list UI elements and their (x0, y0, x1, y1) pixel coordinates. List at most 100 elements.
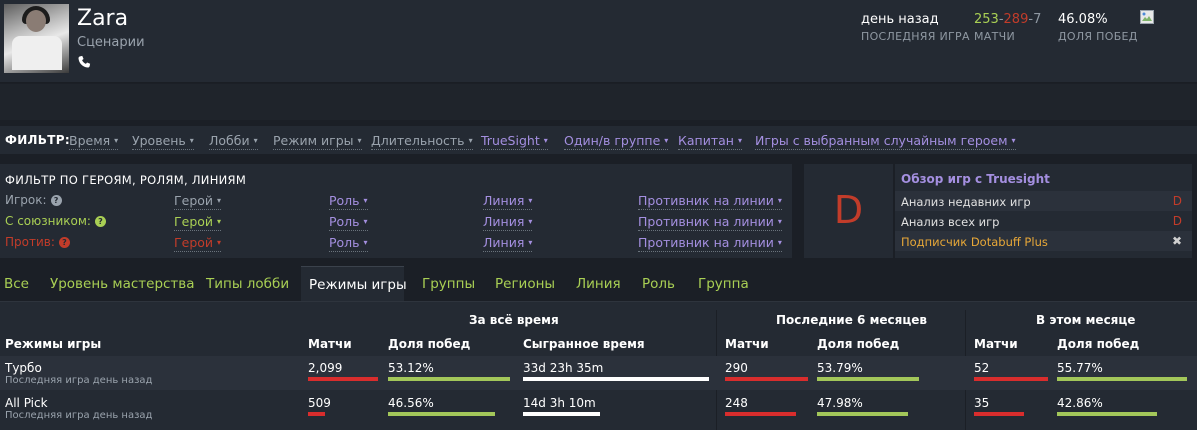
bar-fill (523, 412, 601, 416)
player-lane-dropdown[interactable]: Линия ▾ (483, 193, 533, 210)
mode-last-played: Последняя игра день назад (5, 410, 153, 421)
against-role-dropdown[interactable]: Роль ▾ (329, 235, 368, 252)
m6-winrate-bar (817, 412, 919, 416)
winrate-value: 53.12% (388, 361, 434, 375)
tab-all[interactable]: Все (4, 266, 29, 302)
against-lane-dropdown[interactable]: Линия ▾ (483, 235, 533, 252)
m6-winrate-value: 53.79% (817, 361, 863, 375)
col-head-month-matches[interactable]: Матчи (974, 337, 1018, 351)
tab-lobby-types[interactable]: Типы лобби (206, 266, 289, 302)
truesight-row-plus[interactable]: Подписчик Dotabuff Plus ✖ (895, 231, 1192, 251)
close-icon[interactable]: ✖ (1172, 234, 1182, 248)
bar-fill (388, 377, 510, 381)
truesight-title[interactable]: Обзор игр с Truesight (901, 172, 1050, 186)
avatar-face (26, 10, 46, 32)
group-head-this-month: В этом месяце (1036, 313, 1136, 327)
mode-name[interactable]: All Pick (5, 396, 48, 410)
tab-skill[interactable]: Уровень мастерства (50, 266, 195, 302)
caret-down-icon: ▾ (528, 196, 533, 205)
wins-count: 253 (974, 12, 999, 27)
ally-opponent-dropdown[interactable]: Противник на линии ▾ (638, 214, 782, 231)
bar-fill (974, 377, 1048, 381)
group-head-6-months: Последние 6 месяцев (776, 313, 927, 327)
against-hero-dropdown[interactable]: Герой ▾ (174, 235, 222, 252)
col-head-6m-matches[interactable]: Матчи (725, 337, 769, 351)
ally-hero-dropdown[interactable]: Герой ▾ (174, 214, 222, 231)
caret-down-icon: ▾ (217, 196, 222, 205)
col-head-month-winrate[interactable]: Доля побед (1057, 337, 1139, 351)
game-modes-table: За всё время Последние 6 месяцев В этом … (0, 302, 1197, 430)
abandons-count: 7 (1033, 12, 1042, 27)
ally-lane-dropdown[interactable]: Линия ▾ (483, 214, 533, 231)
question-icon[interactable]: ? (94, 216, 106, 227)
player-role-dropdown[interactable]: Роль ▾ (329, 193, 368, 210)
phone-icon[interactable] (77, 55, 91, 69)
player-opponent-dropdown[interactable]: Противник на линии ▾ (638, 193, 782, 210)
truesight-row-recent[interactable]: Анализ недавних игр D (895, 191, 1192, 211)
question-icon[interactable]: ? (50, 195, 62, 206)
table-row[interactable]: All Pick Последняя игра день назад 509 4… (0, 391, 1197, 425)
caret-down-icon: ▾ (363, 217, 368, 226)
month-matches-value: 35 (974, 396, 990, 410)
tab-groups[interactable]: Группы (422, 266, 475, 302)
mode-last-played: Последняя игра день назад (5, 375, 153, 386)
truesight-panel: Обзор игр с Truesight Анализ недавних иг… (895, 164, 1192, 258)
time-value: 33d 23h 35m (523, 361, 604, 375)
caret-down-icon: ▾ (114, 136, 119, 145)
tab-regions[interactable]: Регионы (495, 266, 555, 302)
caret-down-icon: ▾ (543, 136, 548, 145)
matches-bar (308, 377, 378, 381)
hero-filter-title: ФИЛЬТР ПО ГЕРОЯМ, РОЛЯМ, ЛИНИЯМ (5, 173, 247, 187)
col-head-matches[interactable]: Матчи (308, 337, 352, 351)
filter-time[interactable]: Время ▾ (69, 133, 119, 150)
truesight-grade-box: D (804, 164, 893, 258)
mode-name[interactable]: Турбо (5, 361, 42, 375)
avatar[interactable] (4, 4, 69, 73)
ally-role-dropdown[interactable]: Роль ▾ (329, 214, 368, 231)
col-head-winrate[interactable]: Доля побед (388, 337, 470, 351)
stat-winrate: 46.08% ДОЛЯ ПОБЕД (1058, 12, 1138, 43)
tab-group[interactable]: Группа (698, 266, 749, 302)
player-name: Zara (77, 6, 129, 31)
row-label-player: Игрок:? (5, 193, 62, 207)
caret-down-icon: ▾ (777, 238, 782, 247)
filter-game-mode[interactable]: Режим игры ▾ (273, 133, 362, 150)
broken-image-icon[interactable] (1139, 9, 1155, 25)
against-opponent-dropdown[interactable]: Противник на линии ▾ (638, 235, 782, 252)
tab-game-modes[interactable]: Режимы игры (301, 266, 407, 302)
bar-fill (725, 377, 808, 381)
filter-random-hero[interactable]: Игры с выбранным случайным героем ▾ (755, 133, 1016, 150)
winrate-value: 46.56% (388, 396, 434, 410)
caret-down-icon: ▾ (777, 217, 782, 226)
grade-badge: D (1172, 194, 1182, 208)
col-head-mode[interactable]: Режимы игры (5, 337, 101, 351)
m6-matches-bar (725, 377, 808, 381)
bar-fill (817, 377, 919, 381)
filter-duration[interactable]: Длительность ▾ (371, 133, 473, 150)
filter-label: ФИЛЬТР: (5, 133, 70, 147)
grade-badge: D (1172, 214, 1182, 228)
table-row[interactable]: Турбо Последняя игра день назад 2,099 53… (0, 356, 1197, 390)
header-band (0, 84, 1197, 120)
filter-level[interactable]: Уровень ▾ (132, 133, 194, 150)
caret-down-icon: ▾ (737, 136, 742, 145)
player-subtitle: Сценарии (77, 35, 145, 50)
filter-truesight[interactable]: TrueSight ▾ (481, 133, 548, 150)
bar-fill (725, 412, 796, 416)
col-head-time[interactable]: Сыгранное время (523, 337, 645, 351)
filter-lobby[interactable]: Лобби ▾ (209, 133, 258, 150)
truesight-row-all[interactable]: Анализ всех игр D (895, 211, 1192, 231)
bar-fill (523, 377, 709, 381)
caret-down-icon: ▾ (363, 196, 368, 205)
bar-fill (817, 412, 908, 416)
tab-role[interactable]: Роль (642, 266, 675, 302)
month-winrate-value: 55.77% (1057, 361, 1103, 375)
winrate-label: ДОЛЯ ПОБЕД (1058, 30, 1138, 43)
tab-lane[interactable]: Линия (576, 266, 621, 302)
bar-fill (1057, 377, 1187, 381)
col-head-6m-winrate[interactable]: Доля побед (817, 337, 899, 351)
filter-captain[interactable]: Капитан ▾ (678, 133, 742, 150)
question-icon[interactable]: ? (58, 237, 70, 248)
player-hero-dropdown[interactable]: Герой ▾ (174, 193, 222, 210)
filter-party[interactable]: Один/в группе ▾ (564, 133, 669, 150)
